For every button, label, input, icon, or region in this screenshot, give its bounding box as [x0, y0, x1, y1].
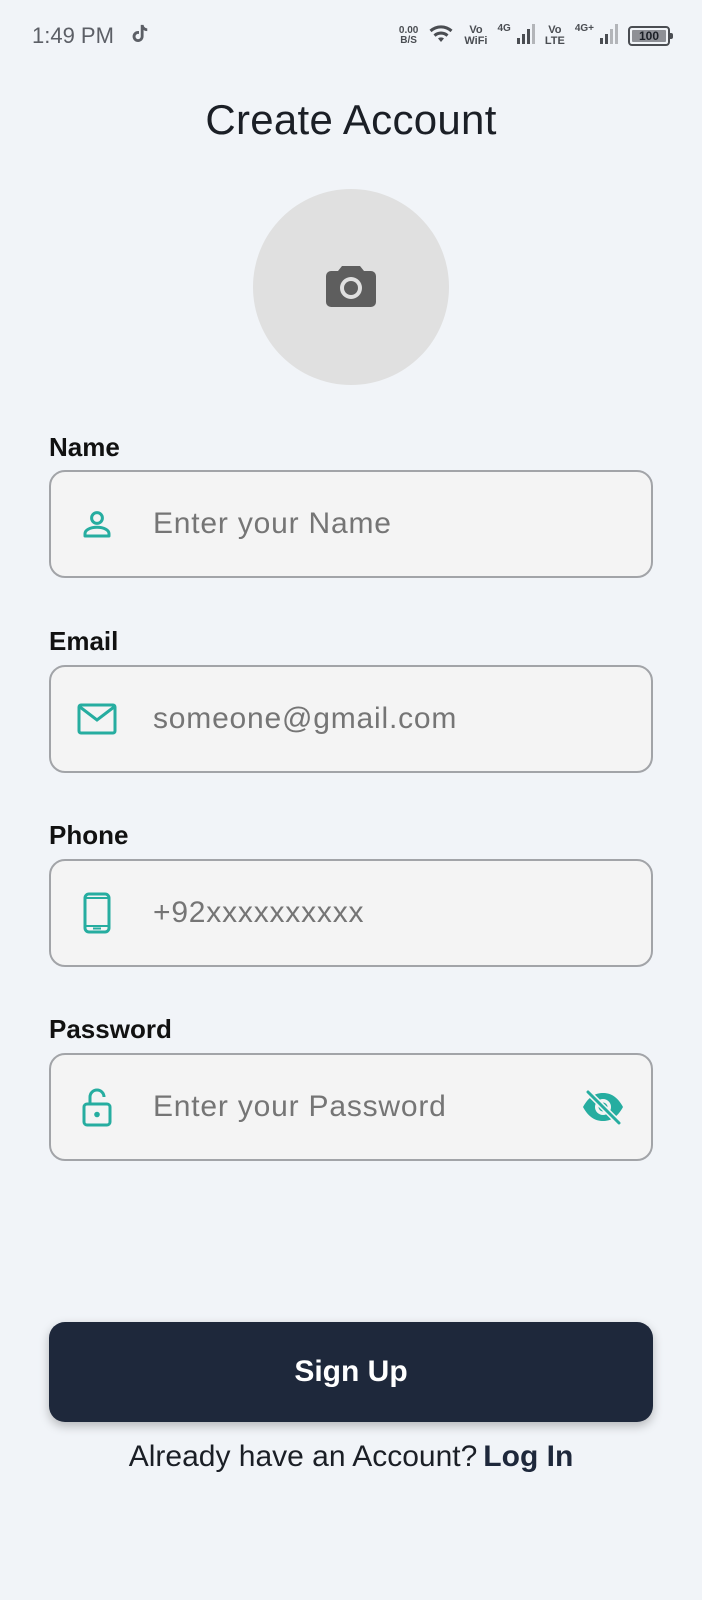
status-time: 1:49 PM — [32, 23, 114, 48]
lock-open-icon — [75, 1085, 119, 1129]
network-type-1: 4G — [497, 22, 511, 34]
status-bar-right: 0.00 B/S Vo WiFi 4G Vo LTE 4G+ 100 — [398, 22, 673, 50]
person-icon — [75, 502, 119, 546]
name-field[interactable] — [49, 470, 653, 578]
battery-icon: 100 — [628, 26, 673, 46]
password-label: Password — [49, 1014, 172, 1044]
visibility-off-icon[interactable] — [579, 1083, 627, 1131]
wifi-icon — [428, 23, 454, 50]
status-bar-left: 1:49 PM — [32, 22, 150, 51]
create-account-screen: 1:49 PM 0.00 B/S Vo WiFi 4G Vo LTE 4G+ 1… — [0, 0, 702, 1600]
network-type-2: 4G+ — [574, 22, 594, 34]
battery-level: 100 — [638, 29, 660, 43]
name-label: Name — [49, 432, 120, 462]
login-prompt-row: Already have an Account? Log In — [0, 1440, 702, 1474]
volte-indicator: Vo LTE — [544, 24, 565, 47]
avatar-picker[interactable] — [253, 189, 449, 385]
page-title: Create Account — [205, 96, 497, 143]
login-link[interactable]: Log In — [483, 1440, 573, 1473]
vowifi-indicator: Vo WiFi — [464, 24, 488, 47]
smartphone-icon — [75, 891, 119, 935]
email-input[interactable] — [153, 702, 651, 736]
signal-icon-2 — [600, 23, 618, 49]
password-input[interactable] — [153, 1090, 579, 1124]
email-label: Email — [49, 626, 119, 656]
phone-label: Phone — [49, 820, 129, 850]
signup-button[interactable]: Sign Up — [49, 1322, 653, 1422]
mail-icon — [75, 697, 119, 741]
phone-field[interactable] — [49, 859, 653, 967]
name-input[interactable] — [153, 507, 651, 541]
camera-icon — [325, 262, 377, 313]
data-rate: 0.00 B/S — [398, 25, 419, 46]
tiktok-icon — [128, 22, 150, 51]
password-field[interactable] — [49, 1053, 653, 1161]
status-bar: 1:49 PM 0.00 B/S Vo WiFi 4G Vo LTE 4G+ 1… — [0, 0, 702, 72]
signal-icon — [516, 23, 535, 49]
login-prompt-text: Already have an Account? — [128, 1440, 478, 1473]
email-field[interactable] — [49, 665, 653, 773]
phone-input[interactable] — [153, 896, 651, 930]
